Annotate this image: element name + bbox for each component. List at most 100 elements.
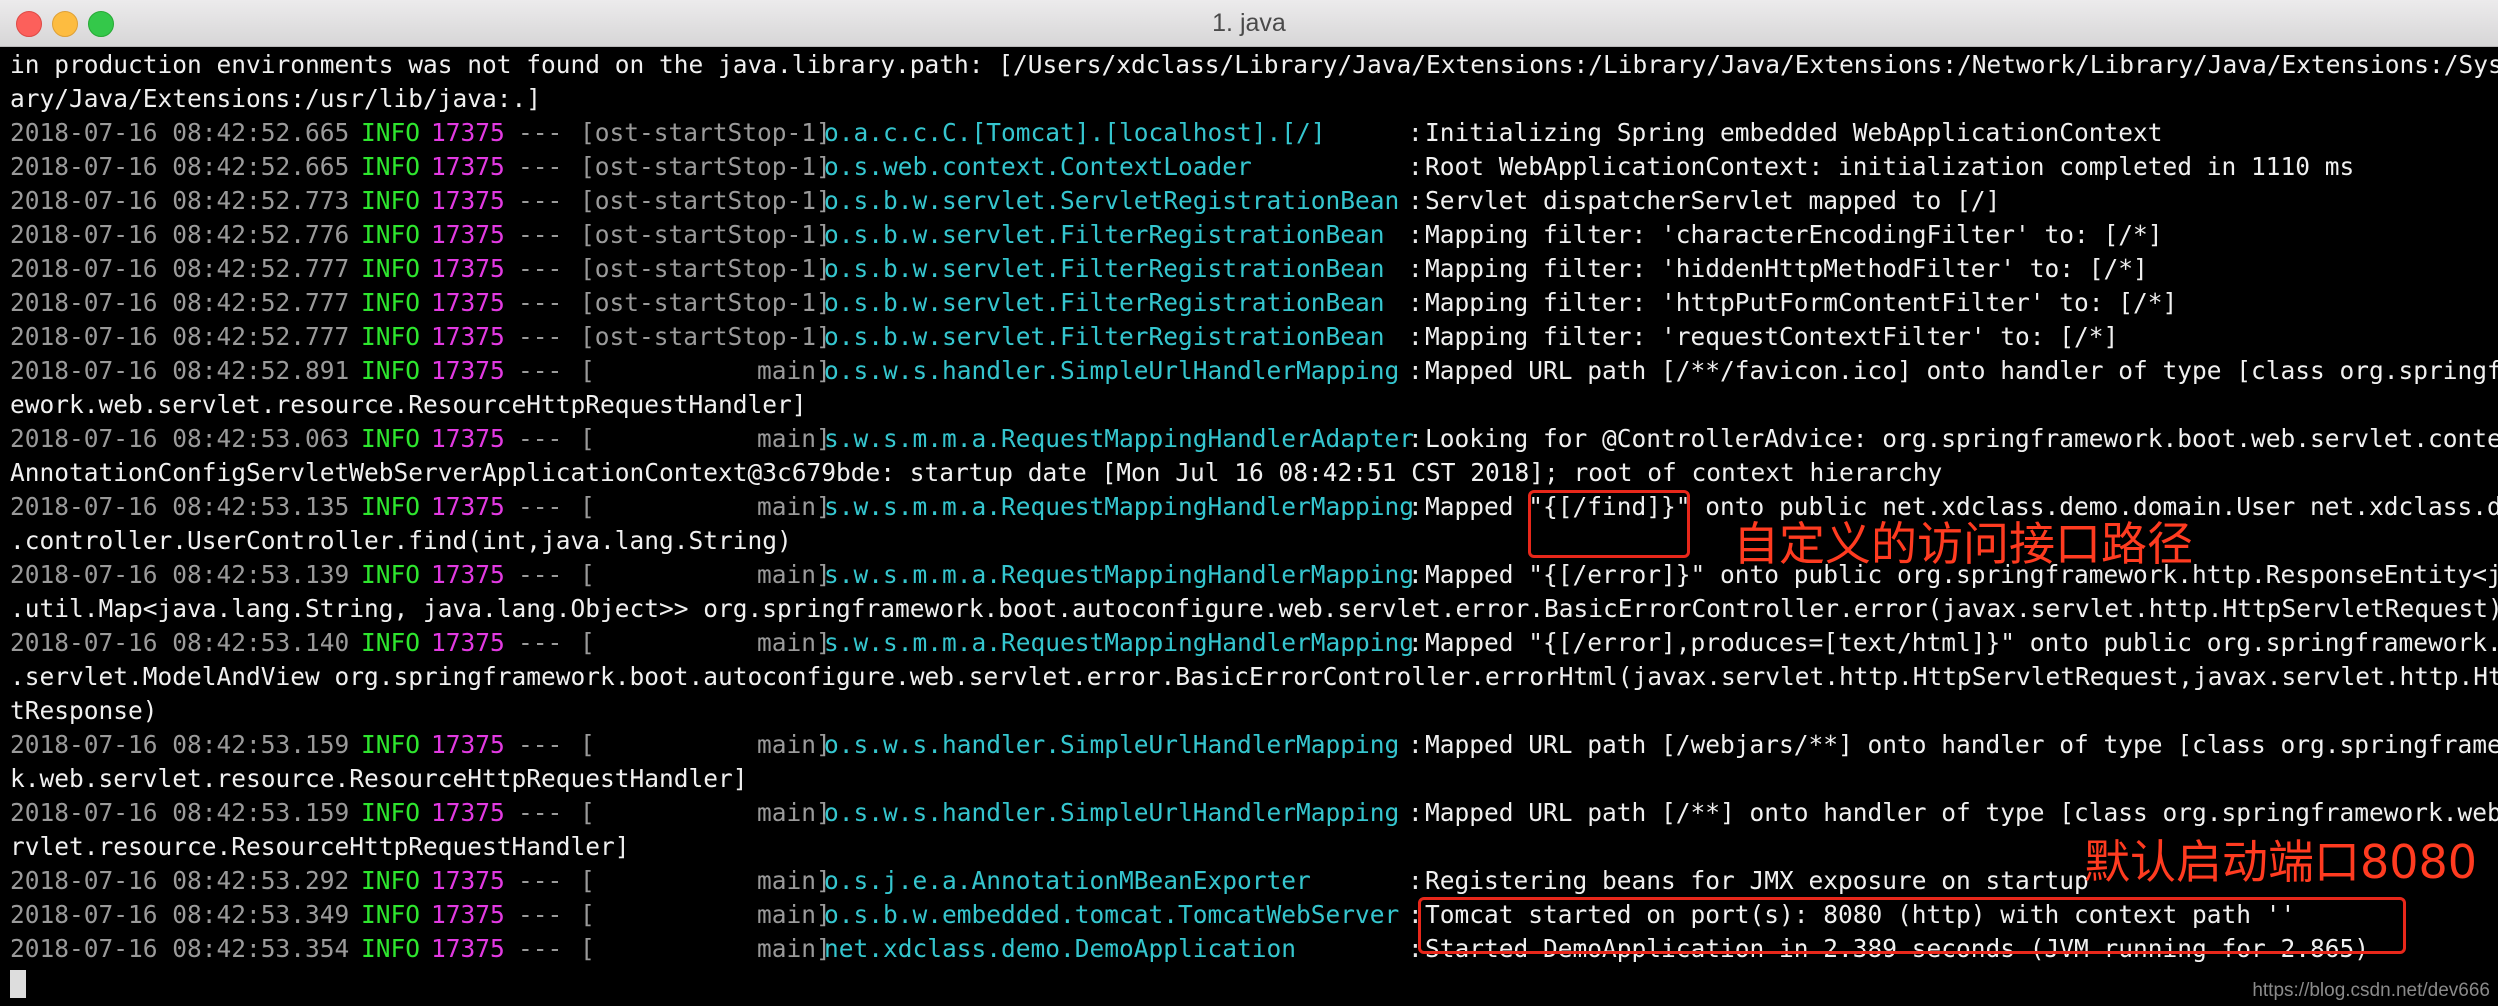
log-level: INFO xyxy=(361,934,421,963)
log-text: .util.Map<java.lang.String, java.lang.Ob… xyxy=(10,594,2498,623)
log-entry: 2018-07-16 08:42:52.773 INFO 17375 --- [ost-… xyxy=(10,184,2490,218)
log-pid: 17375 xyxy=(431,254,505,283)
log-level: INFO xyxy=(361,900,421,929)
log-pid: 17375 xyxy=(431,118,505,147)
log-colon: : xyxy=(1408,152,1423,181)
log-timestamp: 2018-07-16 08:42:53.139 xyxy=(10,560,350,589)
log-colon: : xyxy=(1408,424,1423,453)
log-separator: --- xyxy=(518,220,563,249)
log-entry: 2018-07-16 08:42:52.776 INFO 17375 --- [ost-… xyxy=(10,218,2490,252)
title-bar: 1. java xyxy=(0,0,2498,47)
log-message: Registering beans for JMX exposure on st… xyxy=(1425,866,2089,895)
log-thread: [ost-startStop-1] xyxy=(580,118,831,147)
log-message: Mapped "{[/error],produces=[text/html]}"… xyxy=(1425,628,2498,657)
log-separator: --- xyxy=(518,492,563,521)
log-thread: [ost-startStop-1] xyxy=(580,152,831,181)
log-logger: o.a.c.c.C.[Tomcat].[localhost].[/] xyxy=(824,118,1326,147)
port-annotation: 默认启动端口8080 xyxy=(2084,835,2478,889)
log-entry: 2018-07-16 08:42:52.665 INFO 17375 --- [ost-… xyxy=(10,116,2490,150)
log-colon: : xyxy=(1408,254,1423,283)
log-entry: 2018-07-16 08:42:53.159 INFO 17375 --- [ mai… xyxy=(10,796,2498,830)
find-path-annotation: 自定义的访问接口路径 xyxy=(1733,517,2193,571)
log-thread: [ main] xyxy=(580,356,831,385)
log-separator: --- xyxy=(518,118,563,147)
log-entry: 2018-07-16 08:42:52.891 INFO 17375 --- [ mai… xyxy=(10,354,2498,388)
log-colon: : xyxy=(1408,492,1423,521)
log-thread: [ost-startStop-1] xyxy=(580,186,831,215)
log-logger: o.s.w.s.handler.SimpleUrlHandlerMapping xyxy=(824,356,1400,385)
log-thread: [ main] xyxy=(580,730,831,759)
log-level: INFO xyxy=(361,322,421,351)
log-timestamp: 2018-07-16 08:42:52.777 xyxy=(10,322,350,351)
log-colon: : xyxy=(1408,866,1423,895)
log-timestamp: 2018-07-16 08:42:52.891 xyxy=(10,356,350,385)
log-entry: 2018-07-16 08:42:52.777 INFO 17375 --- [ost-… xyxy=(10,252,2490,286)
log-text: ary/Java/Extensions:/usr/lib/java:.] xyxy=(10,84,542,113)
log-logger: o.s.b.w.servlet.FilterRegistrationBean xyxy=(824,288,1385,317)
watermark: https://blog.csdn.net/dev666 xyxy=(2252,980,2490,1001)
log-thread: [ost-startStop-1] xyxy=(580,254,831,283)
log-thread: [ main] xyxy=(580,798,831,827)
log-thread: [ost-startStop-1] xyxy=(580,220,831,249)
log-logger: o.s.b.w.servlet.FilterRegistrationBean xyxy=(824,322,1385,351)
log-message: Mapping filter: 'hiddenHttpMethodFilter'… xyxy=(1425,254,2148,283)
log-text: rvlet.resource.ResourceHttpRequestHandle… xyxy=(10,832,630,861)
log-message: Mapping filter: 'httpPutFormContentFilte… xyxy=(1425,288,2178,317)
log-message: Mapping filter: 'characterEncodingFilter… xyxy=(1425,220,2163,249)
log-pid: 17375 xyxy=(431,628,505,657)
log-line-preamble: ary/Java/Extensions:/usr/lib/java:.] xyxy=(10,82,2490,116)
log-logger: o.s.j.e.a.AnnotationMBeanExporter xyxy=(824,866,1311,895)
log-thread: [ main] xyxy=(580,900,831,929)
log-thread: [ main] xyxy=(580,424,831,453)
log-separator: --- xyxy=(518,866,563,895)
log-separator: --- xyxy=(518,322,563,351)
log-continuation: AnnotationConfigServletWebServerApplicat… xyxy=(10,456,2490,490)
log-message: Servlet dispatcherServlet mapped to [/] xyxy=(1425,186,2001,215)
log-pid: 17375 xyxy=(431,798,505,827)
log-entry: 2018-07-16 08:42:53.140 INFO 17375 --- [ mai… xyxy=(10,626,2498,660)
log-logger: s.w.s.m.m.a.RequestMappingHandlerMapping xyxy=(824,628,1415,657)
log-separator: --- xyxy=(518,560,563,589)
log-separator: --- xyxy=(518,900,563,929)
log-level: INFO xyxy=(361,730,421,759)
log-text: .controller.UserController.find(int,java… xyxy=(10,526,792,555)
log-level: INFO xyxy=(361,628,421,657)
log-timestamp: 2018-07-16 08:42:53.159 xyxy=(10,730,350,759)
log-timestamp: 2018-07-16 08:42:52.777 xyxy=(10,288,350,317)
log-level: INFO xyxy=(361,152,421,181)
log-thread: [ main] xyxy=(580,866,831,895)
log-continuation: k.web.servlet.resource.ResourceHttpReque… xyxy=(10,762,2490,796)
log-timestamp: 2018-07-16 08:42:53.349 xyxy=(10,900,350,929)
log-timestamp: 2018-07-16 08:42:52.773 xyxy=(10,186,350,215)
log-level: INFO xyxy=(361,798,421,827)
log-text: ework.web.servlet.resource.ResourceHttpR… xyxy=(10,390,807,419)
terminal-window: 1. java in production environments was n… xyxy=(0,0,2498,1006)
log-message: Mapped URL path [/webjars/**] onto handl… xyxy=(1425,730,2498,759)
log-separator: --- xyxy=(518,730,563,759)
find-path-highlight-box xyxy=(1528,490,1690,558)
log-pid: 17375 xyxy=(431,220,505,249)
log-level: INFO xyxy=(361,560,421,589)
log-separator: --- xyxy=(518,934,563,963)
log-timestamp: 2018-07-16 08:42:53.159 xyxy=(10,798,350,827)
log-pid: 17375 xyxy=(431,900,505,929)
log-continuation: .util.Map<java.lang.String, java.lang.Ob… xyxy=(10,592,2498,626)
log-logger: s.w.s.m.m.a.RequestMappingHandlerMapping xyxy=(824,492,1415,521)
log-logger: o.s.web.context.ContextLoader xyxy=(824,152,1252,181)
log-logger: o.s.b.w.servlet.FilterRegistrationBean xyxy=(824,254,1385,283)
log-level: INFO xyxy=(361,492,421,521)
log-logger: s.w.s.m.m.a.RequestMappingHandlerAdapter xyxy=(824,424,1415,453)
log-thread: [ main] xyxy=(580,560,831,589)
log-pid: 17375 xyxy=(431,186,505,215)
log-message: Mapped URL path [/**/favicon.ico] onto h… xyxy=(1425,356,2498,385)
log-colon: : xyxy=(1408,186,1423,215)
log-message: Mapped URL path [/**] onto handler of ty… xyxy=(1425,798,2498,827)
log-entry: 2018-07-16 08:42:52.665 INFO 17375 --- [ost-… xyxy=(10,150,2490,184)
prompt-line xyxy=(10,966,2490,1000)
log-logger: o.s.w.s.handler.SimpleUrlHandlerMapping xyxy=(824,798,1400,827)
log-colon: : xyxy=(1408,322,1423,351)
log-timestamp: 2018-07-16 08:42:53.135 xyxy=(10,492,350,521)
log-thread: [ main] xyxy=(580,628,831,657)
log-pid: 17375 xyxy=(431,322,505,351)
log-logger: o.s.b.w.servlet.FilterRegistrationBean xyxy=(824,220,1385,249)
